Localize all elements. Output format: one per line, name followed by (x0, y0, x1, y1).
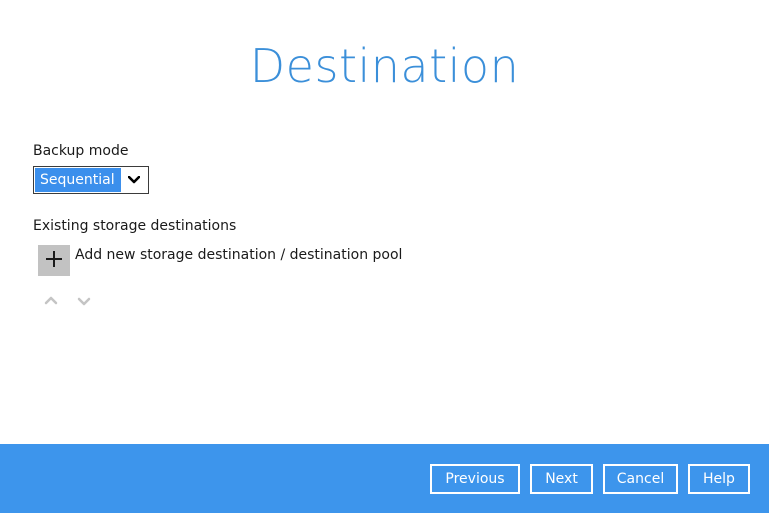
add-destination-label[interactable]: Add new storage destination / destinatio… (75, 246, 402, 264)
move-down-button[interactable] (76, 294, 92, 306)
help-button[interactable]: Help (688, 464, 750, 494)
next-button[interactable]: Next (530, 464, 593, 494)
previous-button[interactable]: Previous (430, 464, 520, 494)
footer-bar: Previous Next Cancel Help (0, 444, 769, 513)
backup-mode-selected-value: Sequential (35, 168, 121, 192)
chevron-down-icon[interactable] (120, 167, 148, 193)
add-destination-button[interactable] (38, 245, 70, 276)
backup-mode-label: Backup mode (33, 143, 129, 159)
plus-icon (45, 250, 63, 272)
backup-mode-select[interactable]: Sequential (33, 166, 149, 194)
destination-page: Destination Backup mode Sequential Exist… (0, 0, 769, 513)
chevron-down-icon (77, 291, 91, 310)
chevron-up-icon (44, 290, 58, 309)
existing-destinations-label: Existing storage destinations (33, 218, 237, 234)
cancel-button[interactable]: Cancel (603, 464, 678, 494)
move-up-button[interactable] (43, 293, 59, 305)
page-title: Destination (249, 39, 520, 93)
